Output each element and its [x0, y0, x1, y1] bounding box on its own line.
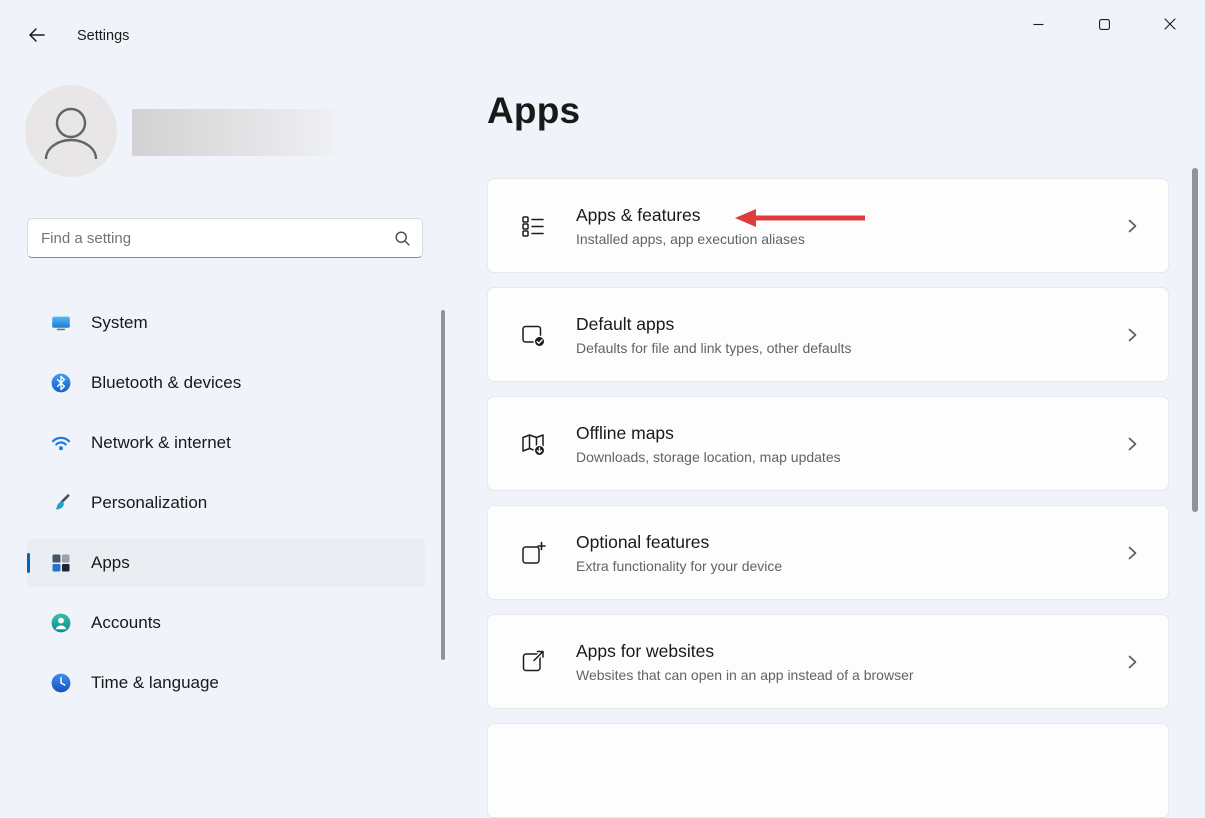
selected-indicator — [27, 553, 30, 573]
window-controls — [1005, 4, 1203, 44]
user-name-redacted — [132, 109, 335, 156]
optional-features-icon — [520, 540, 546, 566]
system-icon — [51, 313, 71, 333]
search-input[interactable] — [28, 219, 422, 257]
apps-icon — [51, 553, 71, 573]
sidebar-item-label: System — [91, 313, 148, 333]
wifi-icon — [51, 433, 71, 453]
card-optional-features[interactable]: Optional features Extra functionality fo… — [487, 505, 1169, 600]
maximize-icon — [1099, 19, 1110, 30]
card-title: Apps for websites — [576, 641, 914, 662]
titlebar: Settings — [0, 0, 1205, 60]
sidebar-item-label: Bluetooth & devices — [91, 373, 241, 393]
partial-card[interactable] — [487, 723, 1169, 818]
page-title: Apps — [487, 90, 580, 132]
default-apps-icon — [520, 322, 546, 348]
sidebar-item-time-language[interactable]: Time & language — [27, 659, 426, 707]
close-button[interactable] — [1137, 4, 1203, 44]
apps-features-icon — [520, 213, 546, 239]
card-offline-maps[interactable]: Offline maps Downloads, storage location… — [487, 396, 1169, 491]
sidebar-item-label: Network & internet — [91, 433, 231, 453]
card-title: Default apps — [576, 314, 851, 335]
sidebar-item-accounts[interactable]: Accounts — [27, 599, 426, 647]
bluetooth-icon — [51, 373, 71, 393]
brush-icon — [51, 493, 71, 513]
maximize-button[interactable] — [1071, 4, 1137, 44]
card-subtitle: Defaults for file and link types, other … — [576, 340, 851, 356]
chevron-right-icon — [1126, 217, 1138, 235]
card-subtitle: Installed apps, app execution aliases — [576, 231, 805, 247]
chevron-right-icon — [1126, 544, 1138, 562]
sidebar-item-label: Accounts — [91, 613, 161, 633]
card-subtitle: Extra functionality for your device — [576, 558, 782, 574]
sidebar-item-label: Apps — [91, 553, 130, 573]
sidebar-item-label: Personalization — [91, 493, 207, 513]
back-button[interactable] — [18, 17, 54, 53]
sidebar-item-apps[interactable]: Apps — [27, 539, 426, 587]
settings-card-list: Apps & features Installed apps, app exec… — [487, 178, 1169, 818]
sidebar-item-bluetooth-devices[interactable]: Bluetooth & devices — [27, 359, 426, 407]
sidebar-item-label: Time & language — [91, 673, 219, 693]
time-language-icon — [51, 673, 71, 693]
chevron-right-icon — [1126, 653, 1138, 671]
card-apps-for-websites[interactable]: Apps for websites Websites that can open… — [487, 614, 1169, 709]
card-default-apps[interactable]: Default apps Defaults for file and link … — [487, 287, 1169, 382]
sidebar-scrollbar[interactable] — [441, 310, 445, 660]
apps-for-websites-icon — [520, 649, 546, 675]
chevron-right-icon — [1126, 435, 1138, 453]
card-subtitle: Downloads, storage location, map updates — [576, 449, 841, 465]
minimize-button[interactable] — [1005, 4, 1071, 44]
offline-maps-icon — [520, 431, 546, 457]
back-arrow-icon — [28, 27, 45, 43]
search-box — [27, 218, 423, 258]
card-subtitle: Websites that can open in an app instead… — [576, 667, 914, 683]
sidebar-item-system[interactable]: System — [27, 299, 426, 347]
annotation-arrow — [733, 207, 868, 229]
card-title: Offline maps — [576, 423, 841, 444]
sidebar-nav: System Bluetooth & devices Network & int… — [27, 299, 426, 719]
user-avatar[interactable] — [25, 85, 117, 177]
minimize-icon — [1033, 19, 1044, 30]
person-icon — [25, 85, 117, 177]
window-title: Settings — [77, 28, 129, 44]
close-icon — [1164, 18, 1176, 30]
sidebar-item-network-internet[interactable]: Network & internet — [27, 419, 426, 467]
accounts-icon — [51, 613, 71, 633]
card-title: Optional features — [576, 532, 782, 553]
sidebar-item-personalization[interactable]: Personalization — [27, 479, 426, 527]
chevron-right-icon — [1126, 326, 1138, 344]
search-icon[interactable] — [394, 230, 411, 247]
main-scrollbar[interactable] — [1192, 168, 1198, 512]
